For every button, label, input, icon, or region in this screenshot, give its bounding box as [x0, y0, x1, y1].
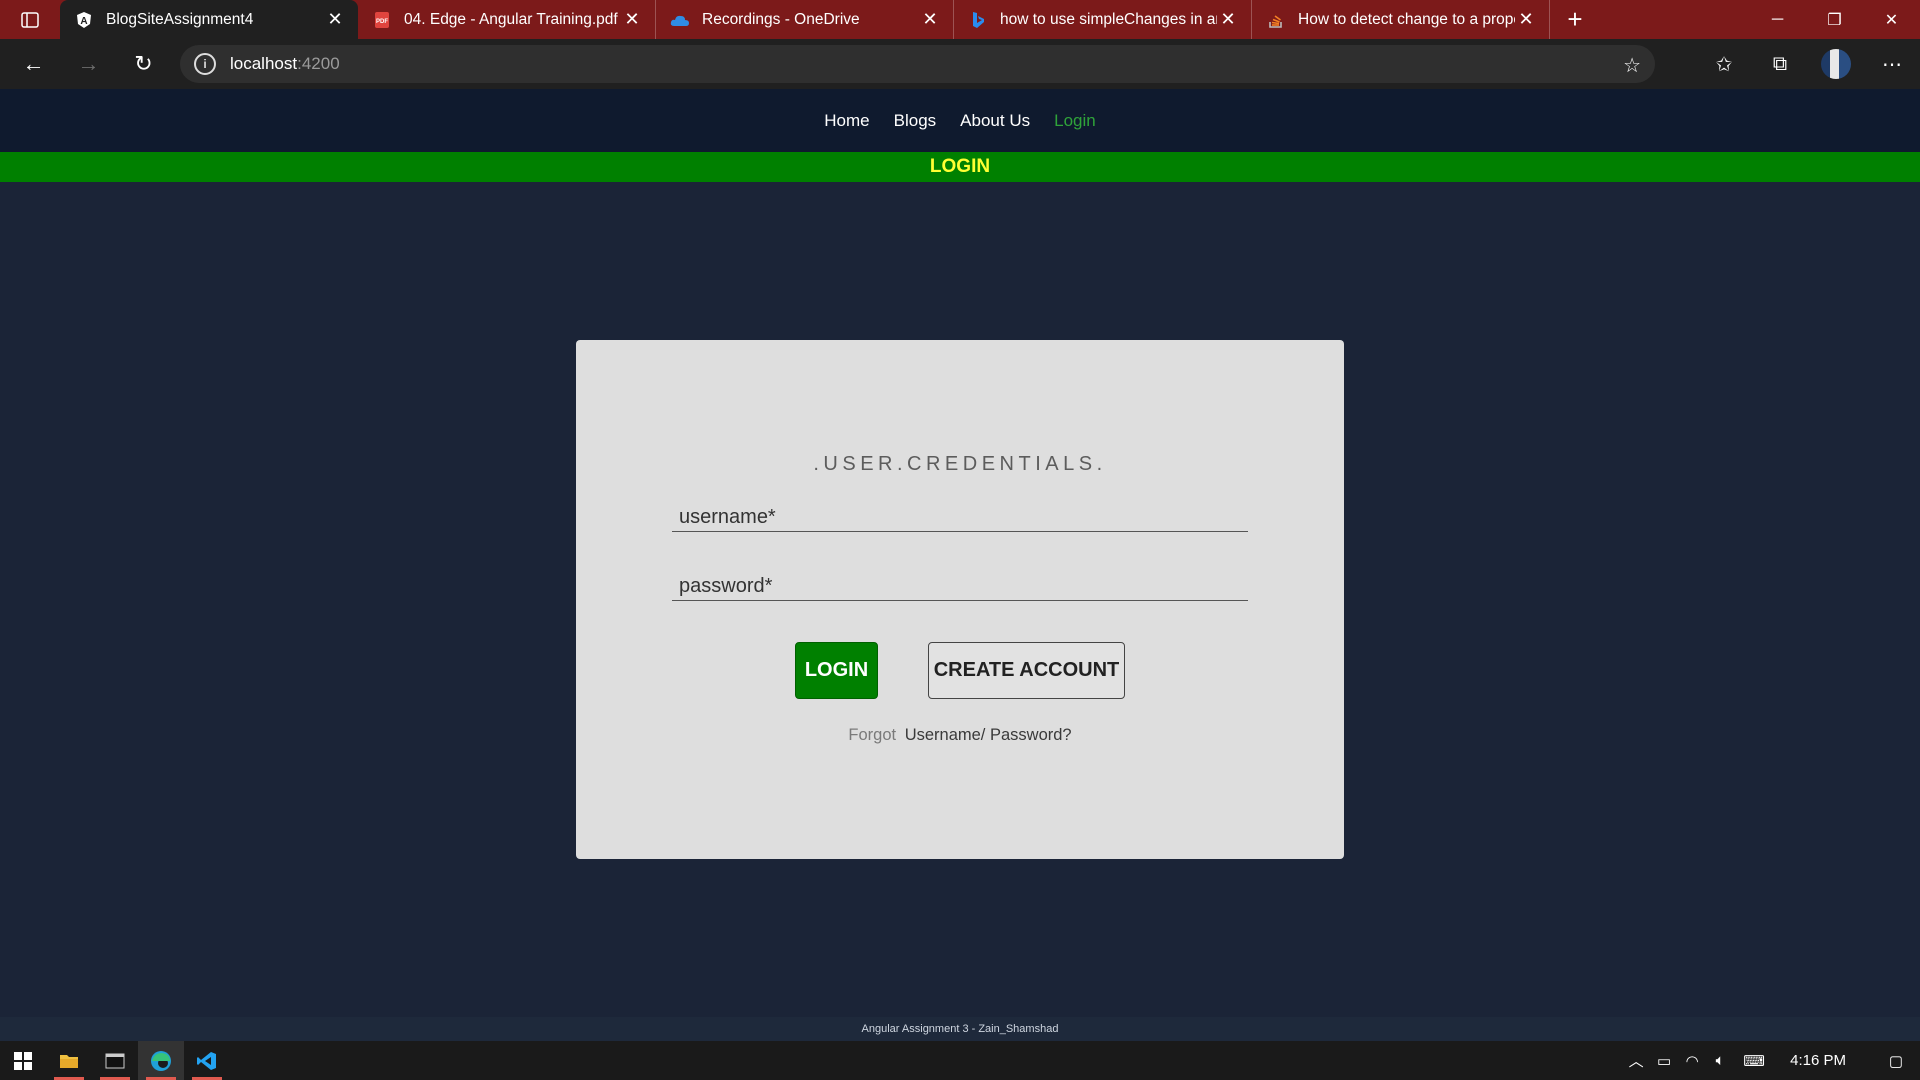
browser-toolbar: ← → ↻ i localhost:4200 ☆: [0, 39, 1920, 89]
forward-button[interactable]: →: [61, 39, 116, 89]
edge-icon: [151, 1050, 171, 1071]
tab-title: Recordings - OneDrive: [702, 10, 860, 28]
browser-tab-bing[interactable]: how to use simpleChanges in an ✕: [954, 0, 1252, 39]
close-tab-icon[interactable]: ✕: [324, 9, 346, 30]
address-bar[interactable]: i localhost:4200 ☆: [180, 45, 1655, 83]
site-navbar: Home Blogs About Us Login: [0, 89, 1920, 152]
profile-avatar[interactable]: [1821, 49, 1851, 79]
keyboard-icon[interactable]: ⌨: [1734, 1052, 1774, 1070]
volume-icon[interactable]: 🔈︎: [1706, 1052, 1734, 1069]
tab-title: how to use simpleChanges in an: [1000, 10, 1217, 28]
svg-text:PDF: PDF: [376, 19, 388, 25]
show-hidden-icons[interactable]: ︿: [1622, 1050, 1650, 1071]
forward-arrow-icon: →: [77, 51, 100, 76]
tab-title: BlogSiteAssignment4: [106, 10, 254, 28]
nav-blogs-link[interactable]: Blogs: [894, 111, 937, 131]
browser-tab-stackoverflow[interactable]: How to detect change to a prope ✕: [1252, 0, 1550, 39]
username-field[interactable]: username*: [672, 494, 1248, 532]
bing-icon: [968, 10, 988, 30]
window-controls: ─ ❐ ✕: [1749, 0, 1920, 39]
page-footer: Angular Assignment 3 - Zain_Shamshad: [0, 1017, 1920, 1041]
nav-login-link[interactable]: Login: [1054, 111, 1096, 131]
onedrive-icon: [670, 10, 690, 30]
browser-tab-onedrive[interactable]: Recordings - OneDrive ✕: [656, 0, 954, 39]
browser-tab-blogsite[interactable]: A BlogSiteAssignment4 ✕: [60, 0, 358, 39]
folder-icon: [60, 1054, 78, 1068]
windows-taskbar: ︿ ▭ ◠ 🔈︎ ⌨ 4:16 PM ▢: [0, 1041, 1920, 1080]
browser-tab-pdf[interactable]: PDF 04. Edge - Angular Training.pdf ✕: [358, 0, 656, 39]
tab-title: How to detect change to a prope: [1298, 10, 1515, 28]
login-button[interactable]: LOGIN: [795, 642, 878, 699]
file-explorer-button[interactable]: [46, 1041, 92, 1080]
close-tab-icon[interactable]: ✕: [919, 9, 941, 30]
pdf-icon: PDF: [372, 10, 392, 30]
restore-icon[interactable]: ❐: [1806, 0, 1863, 39]
toolbar-right: ✩ ⧉ ⋯: [1696, 39, 1920, 89]
close-tab-icon[interactable]: ✕: [1515, 9, 1537, 30]
username-placeholder: username*: [679, 506, 776, 528]
url-port: :4200: [297, 54, 340, 73]
url-host: localhost: [230, 54, 298, 73]
back-arrow-icon: ←: [22, 51, 45, 76]
terminal-button[interactable]: [92, 1041, 138, 1080]
card-heading: .USER.CREDENTIALS.: [813, 453, 1107, 475]
close-tab-icon[interactable]: ✕: [1217, 9, 1239, 30]
minimize-icon[interactable]: ─: [1749, 0, 1806, 39]
more-options-icon[interactable]: ⋯: [1864, 39, 1920, 89]
windows-logo-icon: [14, 1051, 32, 1070]
collections-icon[interactable]: ⧉: [1752, 39, 1808, 89]
stackoverflow-icon: [1266, 10, 1286, 30]
browser-tab-strip: A BlogSiteAssignment4 ✕ PDF 04. Edge - A…: [0, 0, 1920, 39]
back-button[interactable]: ←: [6, 39, 61, 89]
taskbar-clock[interactable]: 4:16 PM: [1790, 1052, 1846, 1069]
wifi-icon[interactable]: ◠: [1678, 1052, 1706, 1070]
angular-icon: A: [74, 10, 94, 30]
nav-home-link[interactable]: Home: [824, 111, 869, 131]
password-placeholder: password*: [679, 575, 773, 597]
refresh-icon: ↻: [134, 51, 153, 76]
vscode-button[interactable]: [184, 1041, 230, 1080]
tab-actions-icon: [21, 11, 39, 28]
vscode-icon: [197, 1051, 216, 1070]
edge-button[interactable]: [138, 1041, 184, 1080]
password-field[interactable]: password*: [672, 563, 1248, 601]
nav-about-link[interactable]: About Us: [960, 111, 1030, 131]
forgot-prefix: Forgot: [848, 726, 897, 744]
tab-title: 04. Edge - Angular Training.pdf: [404, 10, 618, 28]
close-tab-icon[interactable]: ✕: [621, 9, 643, 30]
tab-actions-button[interactable]: [0, 0, 60, 39]
close-window-icon[interactable]: ✕: [1863, 0, 1920, 39]
notifications-icon[interactable]: ▢: [1872, 1052, 1920, 1070]
forgot-link[interactable]: Username/ Password?: [905, 726, 1072, 744]
login-card: .USER.CREDENTIALS. username* password* L…: [576, 340, 1344, 859]
new-tab-button[interactable]: +: [1550, 0, 1600, 39]
system-tray: ︿ ▭ ◠ 🔈︎ ⌨ 4:16 PM ▢: [1622, 1041, 1920, 1080]
svg-text:A: A: [80, 16, 87, 27]
page-banner: LOGIN: [0, 152, 1920, 182]
battery-icon[interactable]: ▭: [1650, 1052, 1678, 1070]
terminal-icon: [105, 1053, 125, 1068]
start-button[interactable]: [0, 1041, 46, 1080]
forgot-credentials: Forgot Username/ Password?: [576, 726, 1344, 745]
create-account-button[interactable]: CREATE ACCOUNT: [928, 642, 1125, 699]
refresh-button[interactable]: ↻: [116, 39, 171, 89]
favorites-icon[interactable]: ✩: [1696, 39, 1752, 89]
site-info-icon[interactable]: i: [194, 53, 216, 75]
add-favorite-icon[interactable]: ☆: [1623, 53, 1641, 78]
